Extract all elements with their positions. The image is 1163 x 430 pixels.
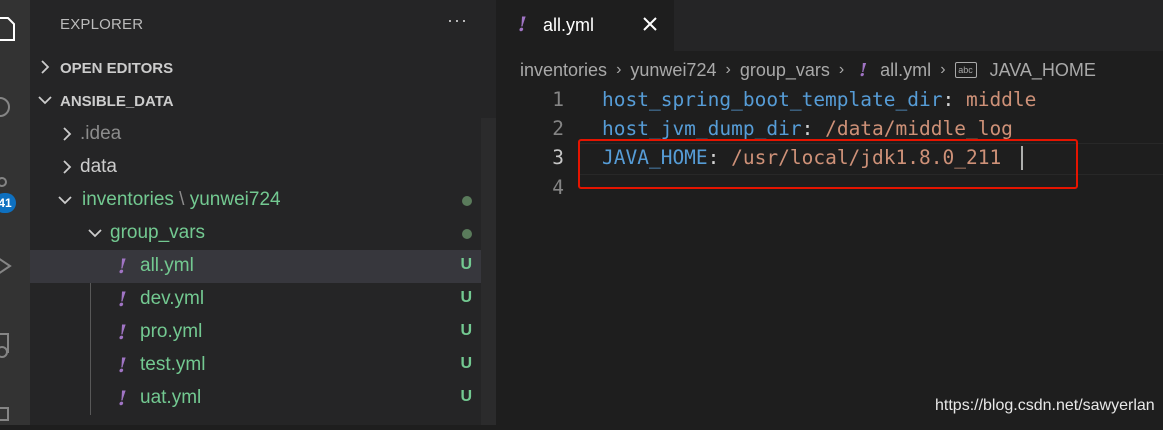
- extensions-icon[interactable]: [0, 400, 30, 430]
- line-number: 1: [552, 88, 564, 111]
- line-text: host_spring_boot_template_dir: middle: [602, 88, 1036, 111]
- yaml-file-icon: !: [118, 254, 127, 278]
- file-name: dev.yml: [140, 288, 205, 309]
- file-name: pro.yml: [140, 321, 203, 342]
- yaml-file-icon: !: [118, 353, 127, 377]
- ansible-data-section[interactable]: ANSIBLE_DATA: [30, 85, 496, 118]
- modified-dot: [462, 196, 472, 206]
- sidebar-scrollbar[interactable]: [481, 118, 496, 425]
- tree-item-file[interactable]: ! test.yml U: [30, 349, 496, 382]
- chevron-right-icon: [41, 60, 50, 74]
- chevron-right-icon: [63, 160, 72, 174]
- yaml-file-icon: !: [118, 287, 127, 311]
- chevron-right-icon: ›: [616, 61, 622, 79]
- yaml-value: /data/middle_log: [813, 117, 1013, 140]
- line-number: 4: [552, 176, 564, 199]
- tree-item-idea[interactable]: .idea: [30, 118, 496, 151]
- more-actions-icon[interactable]: ···: [447, 10, 468, 31]
- yaml-colon: :: [942, 88, 955, 111]
- tab-all-yml[interactable]: ! all.yml: [496, 0, 674, 51]
- chevron-right-icon: ›: [838, 61, 845, 79]
- yaml-file-icon: !: [518, 12, 527, 36]
- watermark: https://blog.csdn.net/sawyerlan: [935, 397, 1155, 414]
- tree-item-data[interactable]: data: [30, 151, 496, 184]
- file-name: test.yml: [140, 354, 206, 375]
- modified-dot: [462, 229, 472, 239]
- yaml-key: host_jvm_dump_dir: [602, 117, 802, 140]
- line-text: host_jvm_dump_dir: /data/middle_log: [602, 117, 1013, 140]
- yaml-file-icon: !: [859, 59, 868, 81]
- breadcrumb-item[interactable]: yunwei724: [630, 60, 716, 81]
- tree-item-file[interactable]: ! pro.yml U: [30, 316, 496, 349]
- untracked-badge: U: [460, 256, 472, 273]
- remote-explorer-icon[interactable]: [0, 330, 30, 360]
- editor-tab-bar: ! all.yml: [496, 0, 1163, 51]
- yaml-key: host_spring_boot_template_dir: [602, 88, 943, 111]
- folder-name: .idea: [80, 123, 122, 144]
- untracked-badge: U: [460, 322, 472, 339]
- line-number: 3: [552, 146, 564, 169]
- section-label: OPEN EDITORS: [60, 60, 174, 77]
- chevron-down-icon: [58, 196, 72, 205]
- folder-name-part: inventories: [82, 189, 174, 210]
- tree-item-file[interactable]: ! dev.yml U: [30, 283, 496, 316]
- breadcrumb-item[interactable]: JAVA_HOME: [990, 60, 1096, 81]
- search-icon[interactable]: [0, 92, 30, 122]
- folder-name: data: [80, 156, 117, 177]
- folder-name: group_vars: [110, 222, 206, 243]
- file-name: all.yml: [140, 255, 194, 276]
- tree-item-file[interactable]: ! all.yml U: [30, 250, 496, 283]
- string-symbol-icon: abc: [954, 62, 977, 79]
- yaml-colon: :: [801, 117, 814, 140]
- chevron-right-icon: ›: [725, 61, 731, 79]
- line-number: 2: [552, 117, 564, 140]
- breadcrumb: inventories › yunwei724 › group_vars › !…: [520, 59, 1096, 83]
- path-separator: \: [179, 189, 185, 210]
- chevron-down-icon: [38, 96, 52, 105]
- chevron-right-icon: ›: [940, 61, 946, 79]
- open-editors-section[interactable]: OPEN EDITORS: [30, 52, 496, 85]
- yaml-value: middle: [954, 88, 1037, 111]
- untracked-badge: U: [460, 289, 472, 306]
- breadcrumb-item[interactable]: inventories: [520, 60, 607, 81]
- annotation-box: [578, 139, 1078, 189]
- explorer-sidebar: EXPLORER ··· OPEN EDITORS ANSIBLE_DATA .…: [30, 0, 496, 425]
- untracked-badge: U: [460, 355, 472, 372]
- folder-name-part: yunwei724: [189, 189, 281, 210]
- source-control-badge: 41: [0, 193, 16, 213]
- code-line: 1 host_spring_boot_template_dir: middle: [496, 87, 1163, 117]
- explorer-title: EXPLORER: [60, 16, 144, 33]
- activity-bar: 41: [0, 0, 30, 425]
- file-name: uat.yml: [140, 387, 202, 408]
- untracked-badge: U: [460, 388, 472, 405]
- yaml-file-icon: !: [118, 386, 127, 410]
- chevron-down-icon: [88, 229, 102, 238]
- breadcrumb-item[interactable]: all.yml: [880, 60, 931, 81]
- breadcrumb-item[interactable]: group_vars: [740, 60, 830, 81]
- tab-label: all.yml: [543, 15, 595, 35]
- files-icon[interactable]: [0, 14, 30, 44]
- section-label: ANSIBLE_DATA: [60, 93, 174, 110]
- tree-item-group-vars[interactable]: group_vars: [30, 217, 496, 250]
- yaml-file-icon: !: [118, 320, 127, 344]
- tree-item-file[interactable]: ! uat.yml U: [30, 382, 496, 415]
- chevron-right-icon: [63, 127, 72, 141]
- folder-name: inventories \ yunwei724: [82, 189, 281, 211]
- close-icon[interactable]: [639, 13, 661, 35]
- tree-item-inventories[interactable]: inventories \ yunwei724: [30, 184, 496, 217]
- run-debug-icon[interactable]: [0, 252, 30, 282]
